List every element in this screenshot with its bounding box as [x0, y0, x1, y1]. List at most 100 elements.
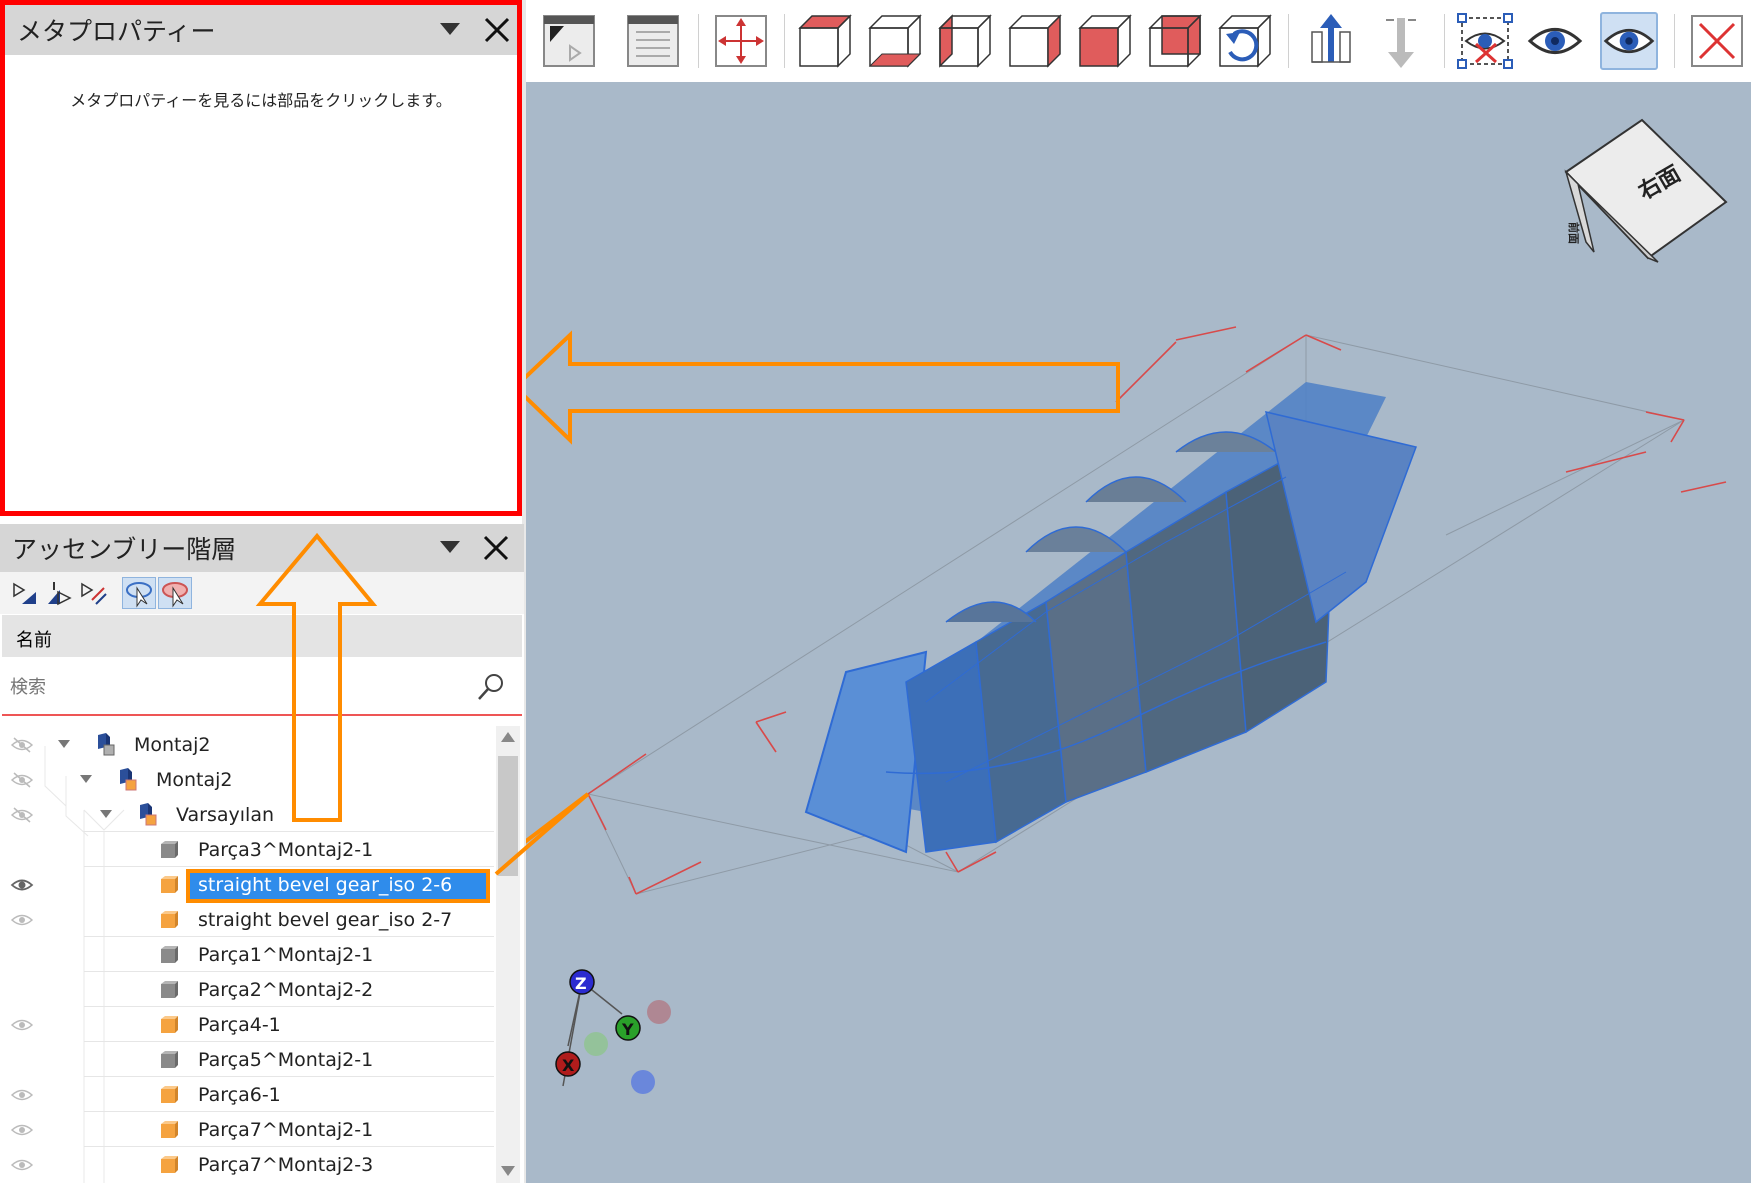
visible-eye-icon[interactable] — [10, 911, 34, 929]
annotation-connector-line — [526, 792, 590, 844]
meta-panel-title: メタプロパティー — [17, 17, 216, 46]
tree-item-label: Montaj2 — [156, 769, 233, 791]
hidden-eye-icon[interactable] — [10, 736, 34, 754]
show-icon[interactable] — [1526, 12, 1584, 70]
toolbar-separator — [1444, 14, 1445, 68]
tree-item-part[interactable]: Parça3^Montaj2-1 — [0, 833, 494, 867]
meta-panel-header: メタプロパティー — [5, 5, 517, 55]
collapse-caret-icon[interactable] — [80, 775, 92, 783]
meta-panel-message: メタプロパティーを見るには部品をクリックします。 — [70, 91, 452, 110]
search-icon[interactable] — [476, 672, 506, 702]
search-input[interactable] — [8, 672, 452, 702]
view-toolbar — [526, 0, 1751, 82]
tree-item-montaj2[interactable]: Montaj2 — [0, 763, 494, 797]
3d-viewport[interactable]: 右面 前面 Z Y X — [526, 82, 1751, 1183]
select-cursor-icon — [126, 582, 152, 608]
tree-item-label: Parça7^Montaj2-1 — [198, 1119, 374, 1141]
select-in-view-button[interactable] — [158, 577, 192, 609]
bevel-gear-model[interactable] — [804, 382, 1417, 854]
tree-item-label: Parça4-1 — [198, 1014, 281, 1036]
row-separator — [84, 936, 494, 937]
tree-item-label: straight bevel gear_iso 2-7 — [198, 909, 453, 931]
row-separator — [84, 1041, 494, 1042]
visible-eye-icon[interactable] — [10, 1121, 34, 1139]
tree-item-label: Parça5^Montaj2-1 — [198, 1049, 374, 1071]
explode-up-icon[interactable] — [1302, 12, 1360, 70]
view-bottom-icon[interactable] — [866, 12, 924, 70]
visible-eye-icon[interactable] — [10, 1086, 34, 1104]
part-cube-orange-icon — [161, 1086, 178, 1103]
toolbar-separator — [784, 14, 785, 68]
tree-item-varsayilan[interactable]: Varsayılan — [0, 798, 494, 832]
hide-selected-icon[interactable] — [1456, 12, 1514, 70]
visible-eye-icon[interactable] — [10, 1156, 34, 1174]
axis-back-blue — [631, 1070, 655, 1094]
tree-item-part[interactable]: Parça7^Montaj2-3 — [0, 1148, 494, 1182]
scrollbar-thumb[interactable] — [498, 756, 518, 876]
row-separator — [84, 1076, 494, 1077]
chevron-down-icon[interactable] — [440, 23, 460, 37]
scroll-down-icon[interactable] — [501, 1166, 515, 1176]
annotation-arrow-left — [526, 330, 1120, 445]
tree-item-part[interactable]: Parça4-1 — [0, 1008, 494, 1042]
tree-scrollbar[interactable] — [496, 726, 520, 1183]
tree-item-selected-part[interactable]: straight bevel gear_iso 2-6 — [0, 868, 494, 903]
tree-item-part[interactable]: straight bevel gear_iso 2-7 — [0, 903, 494, 937]
tree-item-label: Parça6-1 — [198, 1084, 281, 1106]
hidden-eye-icon[interactable] — [10, 806, 34, 824]
collapse-down-icon[interactable] — [1372, 12, 1430, 70]
close-view-icon[interactable] — [1688, 12, 1746, 70]
view-right-icon[interactable] — [1006, 12, 1064, 70]
view-rotate-icon[interactable] — [1216, 12, 1274, 70]
close-icon[interactable] — [483, 16, 511, 44]
view-front-icon[interactable] — [1076, 12, 1134, 70]
tree-item-part[interactable]: Parça6-1 — [0, 1078, 494, 1112]
view-cube[interactable]: 右面 前面 — [1564, 118, 1728, 263]
tree-item-part[interactable]: Parça7^Montaj2-1 — [0, 1113, 494, 1147]
view-left-icon[interactable] — [936, 12, 994, 70]
model-canvas[interactable]: 右面 前面 Z Y X — [526, 82, 1751, 1183]
document-icon[interactable] — [624, 12, 682, 70]
expand-all-icon[interactable] — [78, 578, 108, 608]
slideshow-icon[interactable] — [540, 12, 598, 70]
part-cube-orange-icon — [161, 1016, 178, 1033]
eye-icon — [1603, 28, 1655, 54]
part-cube-gray-icon — [161, 946, 178, 963]
chevron-down-icon[interactable] — [440, 541, 460, 555]
tree-item-montaj2-root[interactable]: Montaj2 — [0, 728, 494, 762]
visible-eye-icon[interactable] — [10, 876, 34, 894]
name-column-header[interactable]: 名前 — [2, 615, 522, 657]
axis-back-red — [647, 1000, 671, 1024]
row-separator — [84, 1146, 494, 1147]
visible-eye-icon[interactable] — [10, 1016, 34, 1034]
show-all-button[interactable] — [1600, 12, 1658, 70]
expand-next-icon[interactable] — [44, 578, 74, 608]
hidden-eye-icon[interactable] — [10, 771, 34, 789]
row-separator — [84, 831, 494, 832]
select-on-tree-button[interactable] — [122, 577, 156, 609]
search-box — [2, 660, 522, 716]
close-icon[interactable] — [482, 534, 510, 562]
assembly-icon — [120, 768, 137, 791]
axis-x-label: X — [562, 1056, 575, 1075]
tree-item-part[interactable]: Parça1^Montaj2-1 — [0, 938, 494, 972]
expand-down-icon[interactable] — [10, 578, 40, 608]
toolbar-separator — [1288, 14, 1289, 68]
assembly-hierarchy-panel: アッセンブリー階層 名前 Montaj2 — [0, 524, 524, 1183]
tree-item-part[interactable]: Parça5^Montaj2-1 — [0, 1043, 494, 1077]
part-cube-gray-icon — [161, 1051, 178, 1068]
part-cube-orange-icon — [161, 1156, 178, 1173]
scroll-up-icon[interactable] — [501, 732, 515, 742]
collapse-caret-icon[interactable] — [100, 810, 112, 818]
axis-y-label: Y — [621, 1020, 634, 1039]
fit-all-icon[interactable] — [712, 12, 770, 70]
toolbar-separator — [698, 14, 699, 68]
collapse-caret-icon[interactable] — [58, 740, 70, 748]
tree-item-label: Parça2^Montaj2-2 — [198, 979, 374, 1001]
tree-panel-title: アッセンブリー階層 — [12, 535, 237, 564]
tree-item-label: Montaj2 — [134, 734, 211, 756]
view-top-icon[interactable] — [796, 12, 854, 70]
view-back-icon[interactable] — [1146, 12, 1204, 70]
tree-item-part[interactable]: Parça2^Montaj2-2 — [0, 973, 494, 1007]
row-separator — [84, 971, 494, 972]
